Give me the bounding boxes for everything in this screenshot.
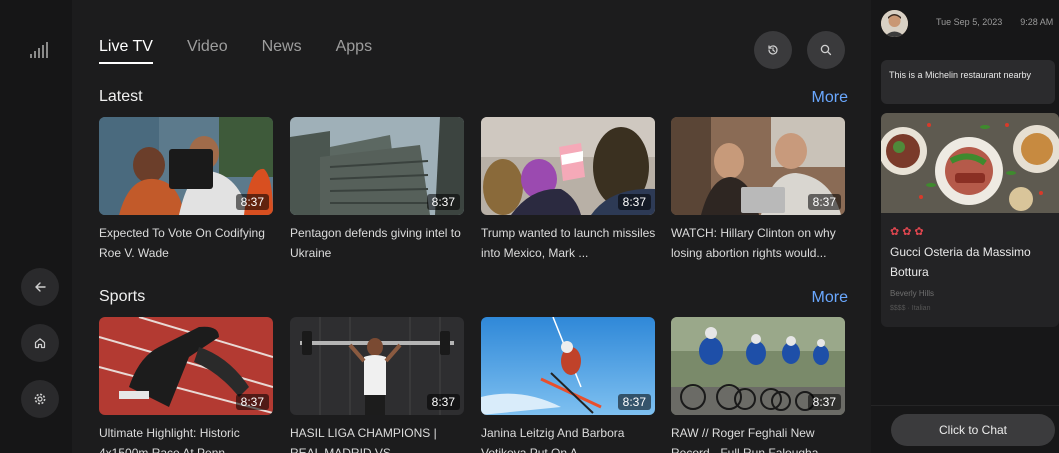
tab-news[interactable]: News <box>262 38 302 64</box>
signal-icon <box>30 42 48 58</box>
video-thumbnail: 8:37 <box>99 317 273 415</box>
restaurant-location: Beverly Hills <box>890 289 935 298</box>
video-thumbnail: 8:37 <box>290 117 464 215</box>
duration-badge: 8:37 <box>617 394 651 410</box>
video-caption: Expected To Vote On Codifying Roe V. Wad… <box>99 226 265 260</box>
video-thumbnail: 8:37 <box>481 317 655 415</box>
tab-video[interactable]: Video <box>187 38 228 64</box>
home-icon <box>34 338 46 349</box>
tab-apps[interactable]: Apps <box>336 38 372 64</box>
history-button[interactable] <box>754 31 792 69</box>
back-button[interactable] <box>21 268 59 306</box>
duration-badge: 8:37 <box>807 394 841 410</box>
settings-icon <box>34 393 46 405</box>
video-caption: RAW // Roger Feghali New Record - Full R… <box>671 426 829 453</box>
video-thumbnail: 8:37 <box>99 117 273 215</box>
video-card[interactable]: 8:37 HASIL LIGA CHAMPIONS | REAL MADRID … <box>290 317 464 453</box>
video-caption: Trump wanted to launch missiles into Mex… <box>481 226 656 260</box>
video-card[interactable]: 8:37 RAW // Roger Feghali New Record - F… <box>671 317 845 453</box>
video-card[interactable]: 8:37 Pentagon defends giving intel to Uk… <box>290 117 464 263</box>
restaurant-image <box>881 113 1059 213</box>
video-caption: Janina Leitzig And Barbora Votikova Put … <box>481 426 625 453</box>
main-content: Live TV Video News Apps Latest More 8:37… <box>72 0 871 453</box>
duration-badge: 8:37 <box>807 194 841 210</box>
settings-button[interactable] <box>21 380 59 418</box>
video-card[interactable]: 8:37 Trump wanted to launch missiles int… <box>481 117 655 263</box>
history-icon <box>768 45 778 55</box>
restaurant-name: Gucci Osteria da Massimo Bottura <box>890 245 1031 279</box>
video-thumbnail: 8:37 <box>481 117 655 215</box>
section-title-latest: Latest <box>99 88 143 105</box>
video-thumbnail: 8:37 <box>290 317 464 415</box>
search-button[interactable] <box>807 31 845 69</box>
assistant-message: This is a Michelin restaurant nearby <box>881 60 1055 104</box>
home-button[interactable] <box>21 324 59 362</box>
video-caption: Pentagon defends giving intel to Ukraine <box>290 226 461 260</box>
tab-live-tv[interactable]: Live TV <box>99 38 153 64</box>
duration-badge: 8:37 <box>235 394 269 410</box>
divider <box>871 405 1059 406</box>
duration-badge: 8:37 <box>235 194 269 210</box>
michelin-stars: ✿✿✿ <box>890 226 927 238</box>
video-thumbnail: 8:37 <box>671 117 845 215</box>
avatar[interactable] <box>881 10 908 37</box>
assistant-panel: Tue Sep 5, 2023 9:28 AM This is a Micheli… <box>871 0 1059 453</box>
section-title-sports: Sports <box>99 288 146 305</box>
back-arrow-icon <box>35 282 46 292</box>
video-card[interactable]: 8:37 WATCH: Hillary Clinton on why losin… <box>671 117 845 263</box>
more-latest-link[interactable]: More <box>812 89 848 107</box>
restaurant-meta: $$$$ · Italian <box>890 305 931 312</box>
tab-bar: Live TV Video News Apps <box>99 38 406 64</box>
duration-badge: 8:37 <box>617 194 651 210</box>
click-to-chat-button[interactable]: Click to Chat <box>891 414 1055 446</box>
video-caption: WATCH: Hillary Clinton on why losing abo… <box>671 226 836 260</box>
search-icon <box>820 44 832 56</box>
time-text: 9:28 AM <box>1020 17 1054 27</box>
video-card[interactable]: 8:37 Janina Leitzig And Barbora Votikova… <box>481 317 655 453</box>
more-sports-link[interactable]: More <box>812 289 848 307</box>
date-text: Tue Sep 5, 2023 <box>936 17 1003 27</box>
restaurant-card[interactable]: ✿✿✿ Gucci Osteria da Massimo Bottura Bev… <box>881 113 1059 327</box>
status-datetime: Tue Sep 5, 2023 9:28 AM <box>936 17 1053 27</box>
video-caption: Ultimate Highlight: Historic 4x1500m Rac… <box>99 426 240 453</box>
video-caption: HASIL LIGA CHAMPIONS | REAL MADRID VS ..… <box>290 426 437 453</box>
left-rail <box>0 0 72 453</box>
video-thumbnail: 8:37 <box>671 317 845 415</box>
video-card[interactable]: 8:37 Ultimate Highlight: Historic 4x1500… <box>99 317 273 453</box>
duration-badge: 8:37 <box>426 194 460 210</box>
video-card[interactable]: 8:37 Expected To Vote On Codifying Roe V… <box>99 117 273 263</box>
duration-badge: 8:37 <box>426 394 460 410</box>
